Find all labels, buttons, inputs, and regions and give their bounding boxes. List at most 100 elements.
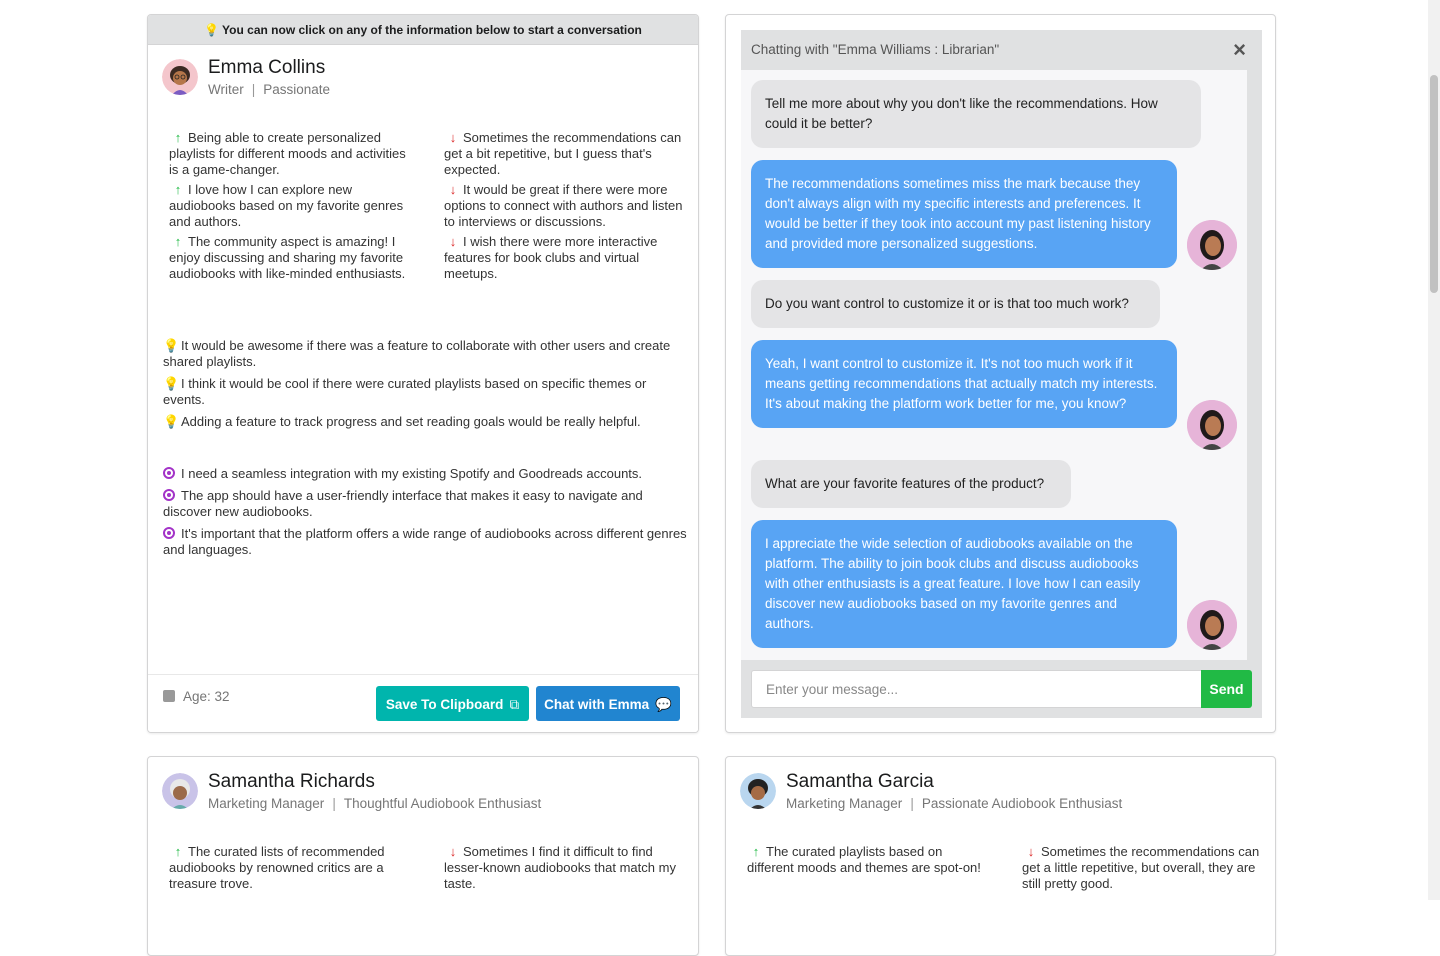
banner-text: You can now click on any of the informat… [222, 23, 642, 37]
close-icon[interactable]: × [1233, 30, 1246, 70]
goal-text: It's important that the platform offers … [163, 526, 687, 557]
persona-role: Writer [208, 82, 244, 97]
persona-trait: Thoughtful Audiobook Enthusiast [343, 796, 542, 811]
save-button-label: Save To Clipboard [385, 697, 504, 712]
like-item[interactable]: ↑ I love how I can explore new audiobooks… [169, 182, 409, 230]
persona-name[interactable]: Emma Collins [208, 57, 325, 79]
message-text: I appreciate the wide selection of audio… [765, 536, 1141, 631]
persona-message: Yeah, I want control to customize it. It… [751, 340, 1177, 428]
target-icon [163, 527, 175, 539]
dislike-item[interactable]: ↓ Sometimes the recommendations can get a… [1022, 844, 1262, 892]
persona-header[interactable]: Samantha Garcia Marketing Manager | Passio… [726, 757, 1275, 819]
message-input[interactable] [751, 670, 1201, 708]
page-scrollbar[interactable] [1428, 0, 1440, 900]
dislikes-column: ↓ Sometimes the recommendations can get a… [1022, 844, 1262, 896]
persona-meta: Writer | Passionate [208, 82, 330, 97]
lightbulb-icon: 💡 [163, 414, 180, 429]
goal-item[interactable]: The app should have a user-friendly inte… [163, 488, 688, 520]
message-text: Do you want control to customize it or i… [765, 296, 1129, 311]
persona-avatar [1187, 400, 1237, 450]
like-item[interactable]: ↑ The community aspect is amazing! I enjo… [169, 234, 409, 282]
arrow-down-icon: ↓ [449, 234, 457, 249]
idea-item[interactable]: 💡 It would be awesome if there was a feat… [163, 338, 688, 370]
target-icon [163, 489, 175, 501]
idea-text: I think it would be cool if there were c… [163, 376, 647, 407]
dislike-item[interactable]: ↓ Sometimes the recommendations can get a… [444, 130, 684, 178]
chat-scrollbar[interactable] [1247, 70, 1262, 660]
like-text: The community aspect is amazing! I enjoy… [169, 234, 406, 281]
persona-meta: Marketing Manager | Passionate Audiobook E… [786, 796, 1122, 811]
avatar [162, 59, 198, 95]
speech-bubble-icon: 💬 [655, 697, 672, 712]
info-banner: 💡 You can now click on any of the informa… [148, 15, 698, 45]
copy-icon: ⧉ [509, 697, 520, 712]
goal-item[interactable]: It's important that the platform offers … [163, 526, 688, 558]
age-label: Age: 32 [183, 689, 230, 704]
persona-header[interactable]: Emma Collins Writer | Passionate [148, 45, 698, 107]
lightbulb-icon: 💡 [163, 338, 180, 353]
target-icon [163, 467, 175, 479]
save-to-clipboard-button[interactable]: Save To Clipboard ⧉ [376, 686, 529, 721]
avatar [162, 773, 198, 809]
age-info: Age: 32 [163, 689, 230, 704]
dislike-text: Sometimes I find it difficult to find le… [444, 844, 676, 891]
persona-name[interactable]: Samantha Garcia [786, 771, 934, 793]
dislikes-column: ↓ Sometimes I find it difficult to find l… [444, 844, 684, 896]
arrow-down-icon: ↓ [449, 182, 457, 197]
arrow-down-icon: ↓ [449, 844, 457, 859]
persona-name[interactable]: Samantha Richards [208, 771, 375, 793]
chat-button-label: Chat with Emma [544, 697, 650, 712]
likes-column: ↑ The curated lists of recommended audiob… [169, 844, 409, 896]
goal-text: I need a seamless integration with my ex… [181, 466, 643, 481]
persona-avatar [1187, 220, 1237, 270]
dislike-text: It would be great if there were more opt… [444, 182, 683, 229]
chat-with-persona-button[interactable]: Chat with Emma 💬 [536, 686, 680, 721]
send-button[interactable]: Send [1201, 670, 1252, 708]
chat-messages[interactable]: Tell me more about why you don't like th… [741, 70, 1247, 660]
idea-text: It would be awesome if there was a featu… [163, 338, 671, 369]
message-text: Tell me more about why you don't like th… [765, 96, 1158, 131]
calendar-icon [163, 690, 175, 702]
message-text: The recommendations sometimes miss the m… [765, 176, 1151, 251]
idea-item[interactable]: 💡 I think it would be cool if there were … [163, 376, 688, 408]
message-text: Yeah, I want control to customize it. It… [765, 356, 1158, 411]
persona-role: Marketing Manager [786, 796, 903, 811]
avatar [740, 773, 776, 809]
like-item[interactable]: ↑ Being able to create personalized playl… [169, 130, 409, 178]
scrollbar-thumb[interactable] [1430, 75, 1438, 293]
goals-list: I need a seamless integration with my ex… [163, 466, 688, 564]
chat-panel: Chatting with "Emma Williams : Librarian… [725, 14, 1276, 733]
message-text: What are your favorite features of the p… [765, 476, 1045, 491]
arrow-up-icon: ↑ [174, 182, 182, 197]
arrow-up-icon: ↑ [174, 130, 182, 145]
likes-column: ↑ The curated playlists based on differen… [747, 844, 982, 880]
idea-item[interactable]: 💡 Adding a feature to track progress and … [163, 414, 688, 430]
card-footer: Age: 32 Save To Clipboard ⧉ Chat with Emm… [148, 674, 698, 732]
separator: | [251, 82, 256, 97]
likes-column: ↑ Being able to create personalized playl… [169, 130, 409, 286]
persona-card-samantha-richards: Samantha Richards Marketing Manager | Thou… [147, 756, 699, 956]
like-item[interactable]: ↑ The curated lists of recommended audiob… [169, 844, 409, 892]
lightbulb-icon: 💡 [163, 376, 180, 391]
persona-header[interactable]: Samantha Richards Marketing Manager | Thou… [148, 757, 698, 819]
goal-item[interactable]: I need a seamless integration with my ex… [163, 466, 688, 482]
chat-header: Chatting with "Emma Williams : Librarian… [741, 30, 1262, 70]
separator: | [910, 796, 914, 811]
arrow-down-icon: ↓ [449, 130, 457, 145]
persona-trait: Passionate [263, 82, 331, 97]
dislike-text: I wish there were more interactive featu… [444, 234, 658, 281]
dislike-item[interactable]: ↓ I wish there were more interactive feat… [444, 234, 684, 282]
arrow-down-icon: ↓ [1027, 844, 1035, 859]
dislike-text: Sometimes the recommendations can get a … [1022, 844, 1260, 891]
dislike-item[interactable]: ↓ Sometimes I find it difficult to find l… [444, 844, 684, 892]
persona-message: The recommendations sometimes miss the m… [751, 160, 1177, 268]
persona-card-emma-collins: 💡 You can now click on any of the informa… [147, 14, 699, 733]
dislike-item[interactable]: ↓ It would be great if there were more op… [444, 182, 684, 230]
like-item[interactable]: ↑ The curated playlists based on differen… [747, 844, 982, 876]
arrow-up-icon: ↑ [752, 844, 760, 859]
like-text: I love how I can explore new audiobooks … [169, 182, 404, 229]
persona-avatar [1187, 600, 1237, 650]
dislike-text: Sometimes the recommendations can get a … [444, 130, 682, 177]
ideas-list: 💡 It would be awesome if there was a feat… [163, 338, 688, 436]
like-text: Being able to create personalized playli… [169, 130, 406, 177]
